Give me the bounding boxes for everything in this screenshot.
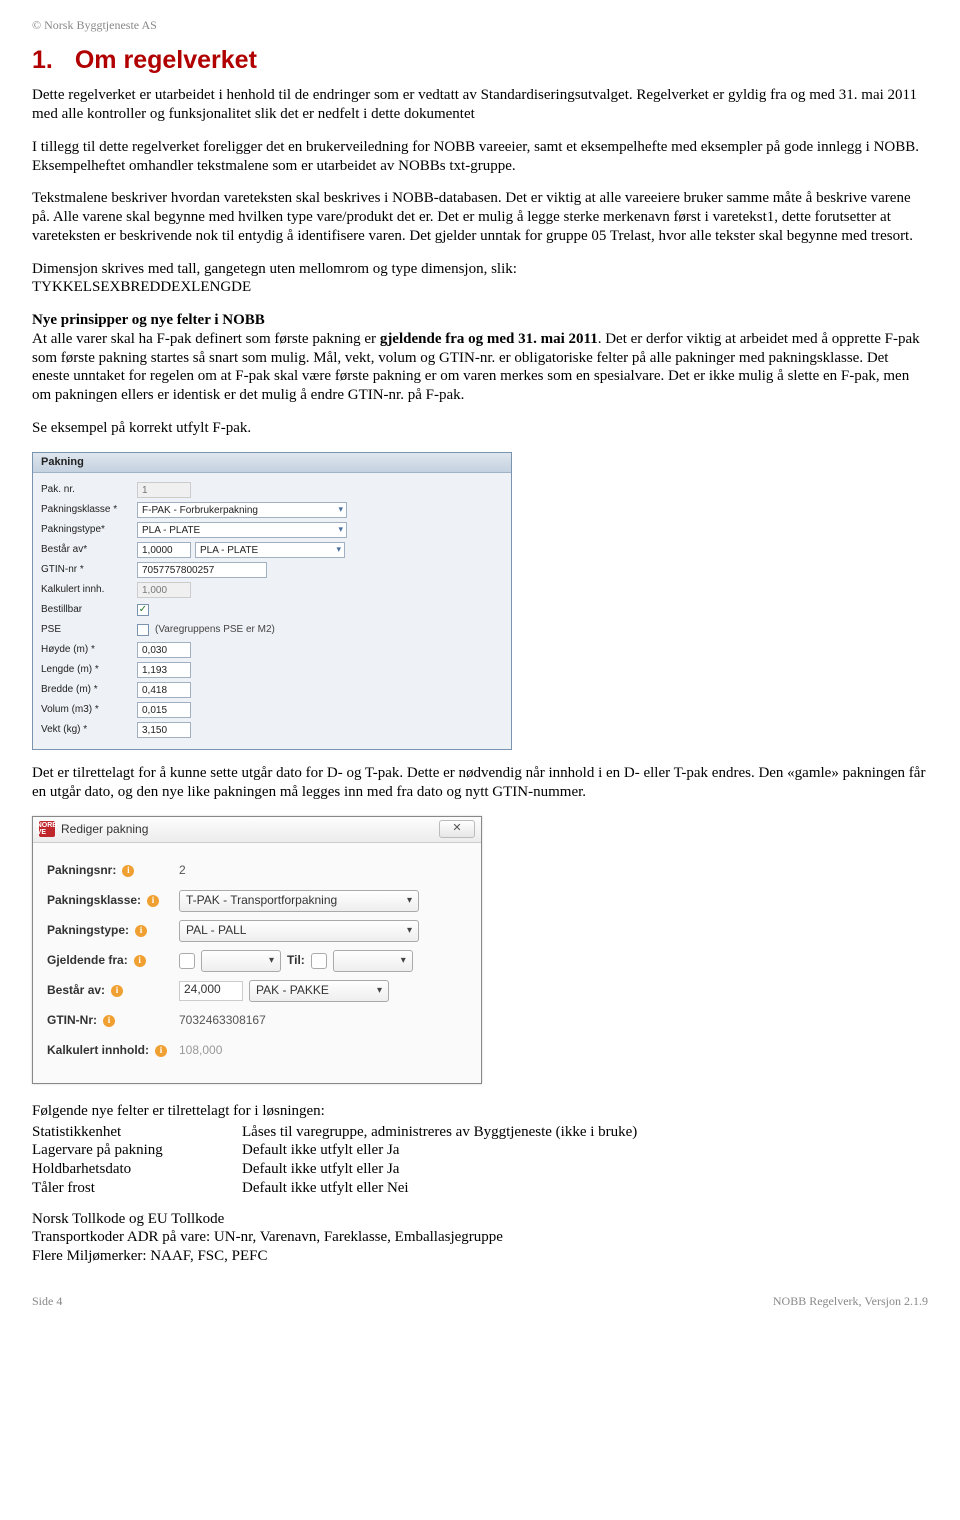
subheading-new-principles: Nye prinsipper og nye felter i NOBB [32,311,928,330]
d2-bestar-av-unit-select[interactable]: PAK - PAKKE [249,980,389,1002]
h1-text: Om regelverket [75,46,257,74]
pak-nr-value: 1 [137,482,191,498]
footer-page: Side 4 [32,1294,62,1309]
info-icon[interactable]: i [122,865,134,877]
bestar-av-qty[interactable]: 1,0000 [137,542,191,558]
rediger-pakning-dialog: NORB VE Rediger pakning ✕ Pakningsnr: i 2… [32,816,482,1084]
field-desc: Default ikke utfylt eller Ja [242,1160,649,1179]
kalkulert-value: 1,000 [137,582,191,598]
d2-pakningsklasse-select[interactable]: T-PAK - Transportforpakning [179,890,419,912]
app-icon: NORB VE [39,821,55,837]
vekt-input[interactable]: 3,150 [137,722,191,738]
d2-pakningsnr-label: Pakningsnr: [47,863,116,878]
field-name: Holdbarhetsdato [32,1160,242,1179]
close-button[interactable]: ✕ [439,820,475,838]
volum-input[interactable]: 0,015 [137,702,191,718]
paragraph-4: Dimensjon skrives med tall, gangetegn ut… [32,260,928,298]
page-title: 1. Om regelverket [32,45,928,76]
info-icon[interactable]: i [134,955,146,967]
info-icon[interactable]: i [135,925,147,937]
lengde-label: Lengde (m) * [41,664,137,677]
field-name: Statistikkenhet [32,1123,242,1142]
hoyde-input[interactable]: 0,030 [137,642,191,658]
d2-bestar-av-label: Består av: [47,983,105,998]
paragraph-2: I tillegg til dette regelverket foreligg… [32,138,928,176]
d2-gjeldende-label: Gjeldende fra: [47,953,128,968]
paragraph-6: Se eksempel på korrekt utfylt F-pak. [32,419,928,438]
pse-checkbox[interactable] [137,624,149,636]
h1-number: 1. [32,46,53,74]
d2-kalkulert-label: Kalkulert innhold: [47,1043,149,1058]
pakningsklasse-label: Pakningsklasse * [41,504,137,517]
d2-til-label: Til: [287,953,305,968]
bestar-av-label: Består av* [41,544,137,557]
d2-bestar-av-qty[interactable]: 24,000 [179,981,243,1001]
bestillbar-checkbox[interactable]: ✓ [137,604,149,616]
d2-gtin-value: 7032463308167 [179,1013,266,1028]
pse-label: PSE [41,624,137,637]
paragraph-1: Dette regelverket er utarbeidet i henhol… [32,86,928,124]
volum-label: Volum (m3) * [41,704,137,717]
pak-nr-label: Pak. nr. [41,484,137,497]
extra-line-2: Transportkoder ADR på vare: UN-nr, Varen… [32,1228,928,1247]
pakningsklasse-select[interactable]: F-PAK - Forbrukerpakning [137,502,347,518]
hoyde-label: Høyde (m) * [41,644,137,657]
field-desc: Default ikke utfylt eller Nei [242,1179,649,1198]
d2-gjeldende-fra-date[interactable] [201,950,281,972]
bestillbar-label: Bestillbar [41,604,137,617]
field-name: Lagervare på pakning [32,1141,242,1160]
d2-pakningstype-label: Pakningstype: [47,923,129,938]
para5b: gjeldende fra og med 31. mai 2011 [380,331,598,347]
bestar-av-unit-select[interactable]: PLA - PLATE [195,542,345,558]
pakning-form: Pakning Pak. nr. 1 Pakningsklasse * F-PA… [32,452,512,751]
dialog-title: Rediger pakning [61,822,148,837]
d2-pakningsklasse-label: Pakningsklasse: [47,893,141,908]
extra-line-1: Norsk Tollkode og EU Tollkode [32,1210,928,1229]
d2-gtin-label: GTIN-Nr: [47,1013,97,1028]
info-icon[interactable]: i [155,1045,167,1057]
bredde-label: Bredde (m) * [41,684,137,697]
pse-note: (Varegruppens PSE er M2) [155,624,275,637]
field-desc: Default ikke utfylt eller Ja [242,1141,649,1160]
extra-line-3: Flere Miljømerker: NAAF, FSC, PEFC [32,1247,928,1266]
para5a: At alle varer skal ha F-pak definert som… [32,331,380,347]
lengde-input[interactable]: 1,193 [137,662,191,678]
d2-pakningsnr-value: 2 [179,863,186,878]
vekt-label: Vekt (kg) * [41,724,137,737]
paragraph-4a: Dimensjon skrives med tall, gangetegn ut… [32,261,517,277]
info-icon[interactable]: i [103,1015,115,1027]
pakningstype-select[interactable]: PLA - PLATE [137,522,347,538]
pakning-form-title: Pakning [33,453,511,474]
bredde-input[interactable]: 0,418 [137,682,191,698]
fields-intro: Følgende nye felter er tilrettelagt for … [32,1102,928,1121]
d2-til-date[interactable] [333,950,413,972]
info-icon[interactable]: i [147,895,159,907]
d2-til-check[interactable] [311,953,327,969]
paragraph-4b: TYKKELSEXBREDDEXLENGDE [32,279,251,295]
footer-version: NOBB Regelverk, Versjon 2.1.9 [773,1294,928,1309]
d2-pakningstype-select[interactable]: PAL - PALL [179,920,419,942]
paragraph-3: Tekstmalene beskriver hvordan varetekste… [32,189,928,245]
close-icon: ✕ [452,822,461,836]
d2-gjeldende-fra-check[interactable] [179,953,195,969]
d2-kalkulert-value: 108,000 [179,1043,222,1058]
pakningstype-label: Pakningstype* [41,524,137,537]
field-desc: Låses til varegruppe, administreres av B… [242,1123,649,1142]
fields-table: StatistikkenhetLåses til varegruppe, adm… [32,1123,649,1198]
gtin-label: GTIN-nr * [41,564,137,577]
gtin-input[interactable]: 7057757800257 [137,562,267,578]
header-copyright: © Norsk Byggtjeneste AS [32,18,928,33]
info-icon[interactable]: i [111,985,123,997]
paragraph-5: At alle varer skal ha F-pak definert som… [32,330,928,405]
field-name: Tåler frost [32,1179,242,1198]
paragraph-7: Det er tilrettelagt for å kunne sette ut… [32,764,928,802]
kalkulert-label: Kalkulert innh. [41,584,137,597]
